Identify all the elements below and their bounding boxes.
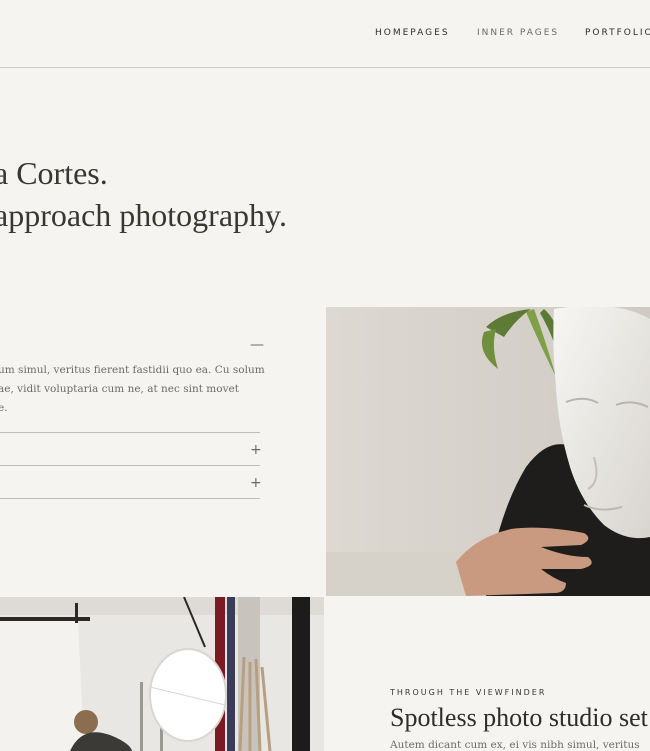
site-header: HOMEPAGES INNER PAGES PORTFOLIO (0, 0, 650, 68)
hero-line-1: a Cortes. (0, 155, 108, 191)
card-eyebrow: THROUGH THE VIEWFINDER (390, 688, 547, 697)
accordion-divider (0, 465, 260, 466)
nav-item-inner-pages[interactable]: INNER PAGES (477, 28, 559, 38)
accordion-text-line: ae, vidit voluptaria cum ne, at nec sint… (0, 383, 239, 395)
accordion-divider (0, 498, 260, 499)
expand-icon[interactable]: + (250, 443, 262, 457)
photo-studio-umbrella-photo (0, 597, 324, 751)
main-nav: HOMEPAGES INNER PAGES PORTFOLIO (375, 28, 650, 42)
sculpture-mask-image (326, 307, 650, 596)
photo-studio-image (0, 597, 324, 751)
nav-item-homepages[interactable]: HOMEPAGES (375, 28, 450, 38)
accordion-text-line: um simul, veritus fierent fastidii quo e… (0, 364, 265, 376)
collapse-icon[interactable]: — (250, 338, 264, 352)
card-excerpt: Autem dicant cum ex, ei vis nibh simul, … (390, 739, 640, 751)
accordion-text-line: e. (0, 402, 8, 414)
expand-icon[interactable]: + (250, 476, 262, 490)
header-divider (0, 67, 650, 68)
hero-line-2: approach photography. (0, 197, 287, 233)
studio-article-card: THROUGH THE VIEWFINDER Spotless photo st… (390, 688, 650, 751)
accordion-panel-text: um simul, veritus fierent fastidii quo e… (0, 361, 265, 418)
sculpture-mask-photo (326, 307, 650, 596)
nav-item-portfolio[interactable]: PORTFOLIO (585, 28, 650, 38)
accordion-divider (0, 432, 260, 433)
hero-heading: a Cortes. approach photography. (0, 152, 414, 236)
card-title[interactable]: Spotless photo studio set (390, 701, 650, 735)
